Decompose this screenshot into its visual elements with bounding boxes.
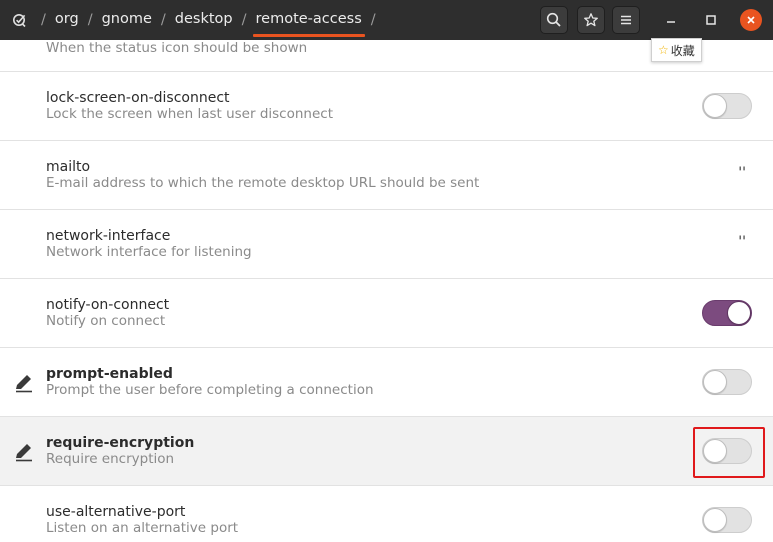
- search-icon: [546, 12, 561, 27]
- use-alternative-port-toggle[interactable]: [702, 507, 752, 533]
- modified-pencil-icon: [13, 372, 35, 394]
- maximize-button[interactable]: [700, 9, 722, 31]
- row-title: use-alternative-port: [46, 504, 186, 520]
- row-title: require-encryption: [46, 435, 195, 451]
- tooltip-label: 收藏: [670, 43, 695, 58]
- minimize-icon: [667, 21, 675, 23]
- row-description: Require encryption: [46, 451, 175, 467]
- breadcrumb-gnome[interactable]: gnome: [102, 11, 152, 29]
- list-item-network-interface[interactable]: network-interface Network interface for …: [0, 210, 773, 279]
- list-item-prompt-enabled[interactable]: prompt-enabled Prompt the user before co…: [0, 348, 773, 417]
- modified-pencil-icon: [13, 441, 35, 463]
- star-icon: ☆: [658, 43, 669, 57]
- star-icon: [584, 13, 598, 27]
- search-button[interactable]: [540, 6, 568, 34]
- lock-screen-toggle[interactable]: [702, 93, 752, 119]
- row-title: network-interface: [46, 228, 171, 244]
- row-description: Listen on an alternative port: [46, 520, 239, 536]
- dconf-app-icon: [12, 12, 28, 28]
- bookmarks-button[interactable]: [577, 6, 605, 34]
- breadcrumb-org[interactable]: org: [55, 11, 79, 29]
- hamburger-menu-icon: [621, 15, 631, 25]
- row-title: lock-screen-on-disconnect: [46, 90, 230, 106]
- highlight-annotation: [693, 427, 765, 478]
- row-title: mailto: [46, 159, 91, 175]
- list-item-mailto[interactable]: mailto E-mail address to which the remot…: [0, 141, 773, 210]
- row-description: When the status icon should be shown: [46, 40, 308, 56]
- list-item-use-alternative-port[interactable]: use-alternative-port Listen on an altern…: [0, 486, 773, 542]
- list-item-lock-screen-on-disconnect[interactable]: lock-screen-on-disconnect Lock the scree…: [0, 72, 773, 141]
- menu-button[interactable]: [612, 6, 640, 34]
- close-icon: [747, 16, 755, 24]
- list-item-require-encryption[interactable]: require-encryption Require encryption: [0, 417, 773, 486]
- header-bar: / org / gnome / desktop / remote-access …: [0, 0, 773, 40]
- list-item-notify-on-connect[interactable]: notify-on-connect Notify on connect: [0, 279, 773, 348]
- network-interface-value[interactable]: '': [738, 234, 746, 250]
- row-description: Network interface for listening: [46, 244, 252, 260]
- row-description: Lock the screen when last user disconnec…: [46, 106, 333, 122]
- row-description: Notify on connect: [46, 313, 166, 329]
- minimize-button[interactable]: [660, 9, 682, 31]
- bookmark-tooltip: ☆ 收藏: [651, 38, 702, 62]
- maximize-icon: [706, 15, 716, 25]
- breadcrumb-remote-access[interactable]: remote-access: [252, 11, 366, 37]
- breadcrumb: / org / gnome / desktop / remote-access …: [41, 11, 376, 37]
- close-button[interactable]: [740, 9, 762, 31]
- settings-list: When the status icon should be shown loc…: [0, 40, 773, 542]
- row-description: Prompt the user before completing a conn…: [46, 382, 374, 398]
- prompt-enabled-toggle[interactable]: [702, 369, 752, 395]
- row-description: E-mail address to which the remote deskt…: [46, 175, 480, 191]
- mailto-value[interactable]: '': [738, 165, 746, 181]
- row-title: notify-on-connect: [46, 297, 170, 313]
- notify-on-connect-toggle[interactable]: [702, 300, 752, 326]
- breadcrumb-desktop[interactable]: desktop: [175, 11, 233, 29]
- row-title: prompt-enabled: [46, 366, 173, 382]
